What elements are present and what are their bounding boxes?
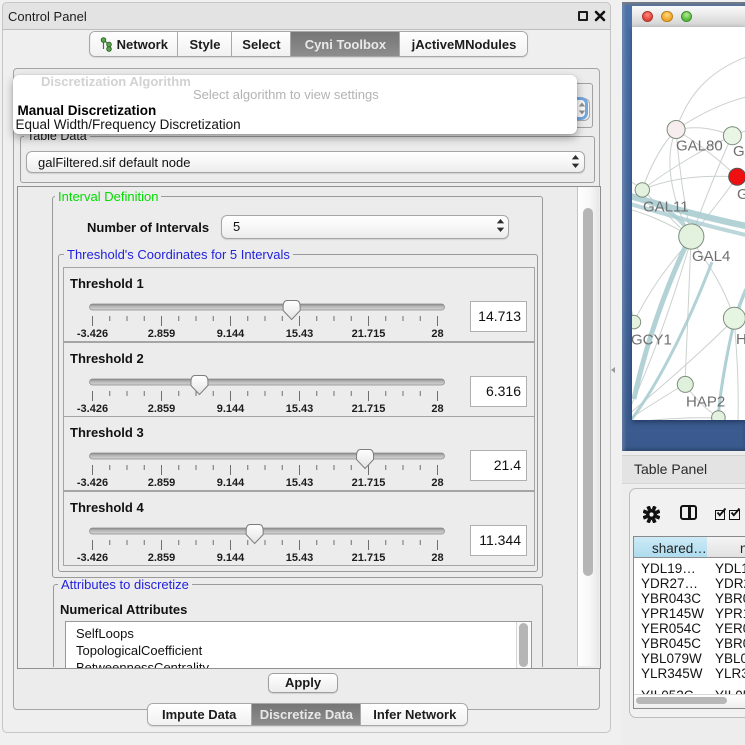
svg-text:9.144: 9.144: [217, 477, 245, 489]
svg-text:-3.426: -3.426: [77, 477, 108, 489]
svg-text:HIS4: HIS4: [736, 331, 745, 348]
svg-text:GAL80: GAL80: [676, 138, 723, 155]
svg-text:HAP2: HAP2: [686, 394, 725, 411]
svg-text:9.144: 9.144: [217, 552, 245, 564]
svg-text:2.859: 2.859: [148, 552, 176, 564]
svg-text:21.715: 21.715: [352, 328, 386, 340]
svg-text:2.859: 2.859: [148, 328, 176, 340]
svg-text:9.144: 9.144: [217, 328, 245, 340]
svg-text:15.43: 15.43: [286, 477, 314, 489]
svg-text:GAL4: GAL4: [737, 186, 745, 203]
svg-text:21.715: 21.715: [352, 403, 386, 415]
svg-text:28: 28: [431, 328, 443, 340]
svg-text:15.43: 15.43: [286, 403, 314, 415]
svg-text:-3.426: -3.426: [77, 403, 108, 415]
svg-text:28: 28: [431, 403, 443, 415]
svg-text:21.715: 21.715: [352, 477, 386, 489]
svg-text:28: 28: [431, 552, 443, 564]
svg-text:15.43: 15.43: [286, 328, 314, 340]
svg-text:2.859: 2.859: [148, 477, 176, 489]
svg-text:28: 28: [431, 477, 443, 489]
svg-text:15.43: 15.43: [286, 552, 314, 564]
svg-text:GAL1: GAL1: [733, 143, 745, 160]
svg-text:GAL11: GAL11: [643, 199, 689, 216]
svg-text:GAL4: GAL4: [692, 248, 730, 265]
svg-text:21.715: 21.715: [352, 552, 386, 564]
svg-text:9.144: 9.144: [217, 403, 245, 415]
svg-text:-3.426: -3.426: [77, 552, 108, 564]
svg-text:-3.426: -3.426: [77, 328, 108, 340]
svg-text:2.859: 2.859: [148, 403, 176, 415]
svg-text:GCY1: GCY1: [632, 332, 672, 349]
